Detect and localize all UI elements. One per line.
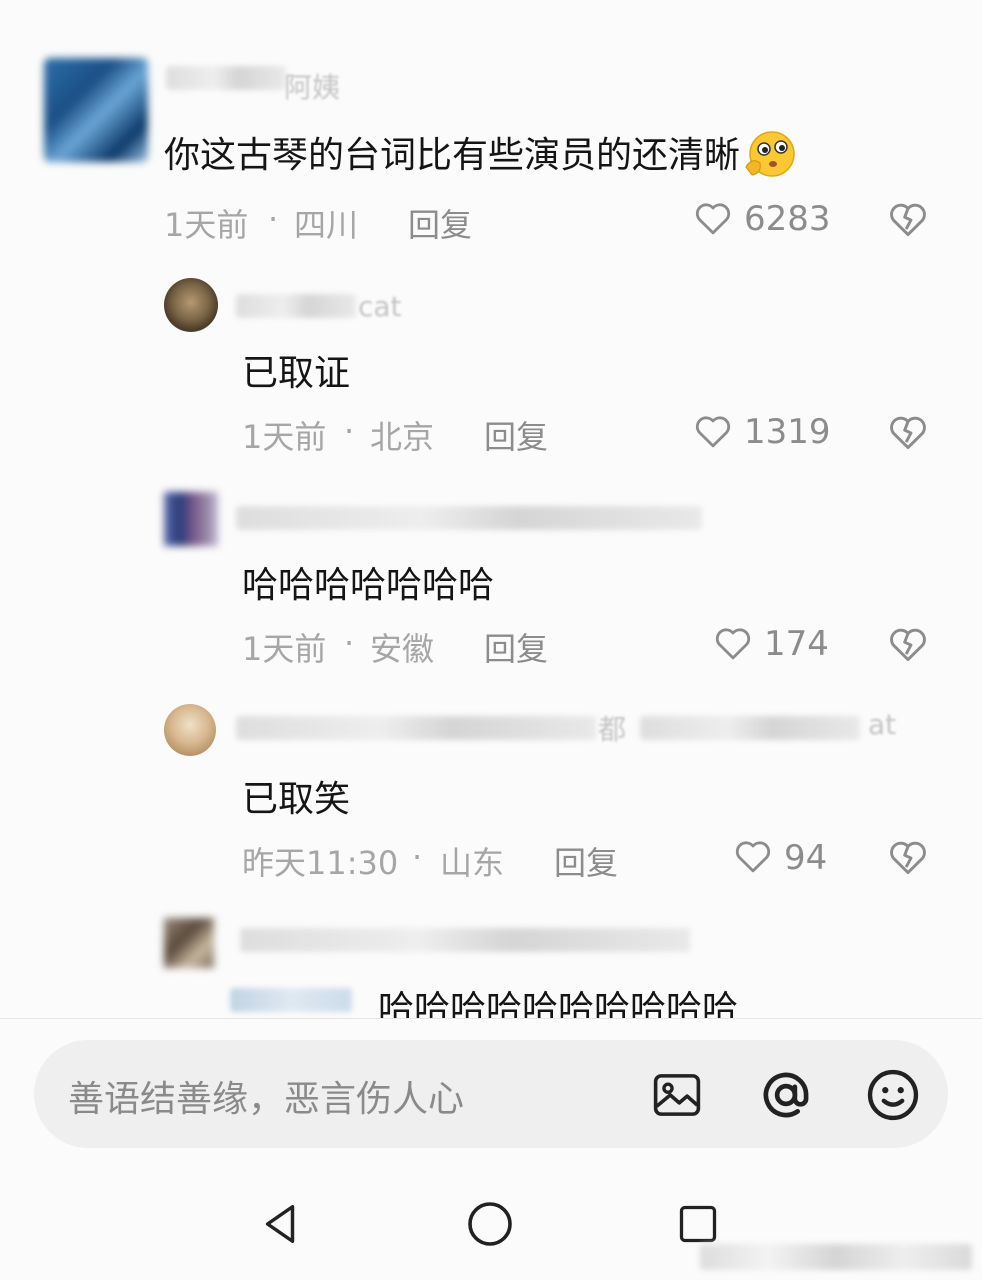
avatar[interactable] (164, 918, 214, 968)
dislike-broken-heart-icon[interactable] (886, 410, 930, 454)
avatar[interactable] (164, 704, 216, 756)
like-heart-icon[interactable] (732, 835, 774, 877)
reply-button[interactable]: 回复 (554, 838, 618, 884)
avatar[interactable] (164, 278, 218, 332)
username-fragment[interactable]: 阿姨 (284, 66, 340, 106)
comment-text: 已取笑 (242, 779, 351, 820)
username-fragment[interactable]: 都 (598, 708, 626, 748)
comment-location: 山东 (440, 844, 505, 882)
avatar[interactable] (44, 58, 148, 162)
comment-time: 1天前 (242, 630, 327, 668)
home-circle-icon[interactable] (466, 1200, 514, 1248)
comment-time: 昨天11:30 (242, 844, 399, 882)
meta-separator: · (344, 412, 355, 450)
comment-text: 已取证 (242, 353, 351, 394)
username-blurred[interactable] (240, 928, 690, 952)
comment-time: 1天前 (242, 418, 327, 456)
username-fragment[interactable]: at (868, 708, 896, 741)
comment-input-placeholder[interactable]: 善语结善缘，恶言伤人心 (68, 1070, 464, 1122)
reply-button[interactable]: 回复 (408, 200, 472, 246)
comment-location: 安徽 (370, 630, 435, 668)
avatar[interactable] (164, 492, 218, 546)
comment-text: 哈哈哈哈哈哈哈 (242, 565, 495, 606)
mention-blurred[interactable] (230, 988, 352, 1012)
like-count: 174 (764, 624, 829, 664)
comment-body: 你这古琴的台词比有些演员的还清晰 (164, 135, 741, 176)
image-icon[interactable] (650, 1068, 704, 1122)
meta-separator: · (412, 838, 423, 876)
input-divider (0, 1018, 982, 1019)
username-blurred[interactable] (236, 294, 356, 318)
recents-square-icon[interactable] (676, 1202, 720, 1246)
reply-button[interactable]: 回复 (484, 624, 548, 670)
thinking-face-emoji (742, 127, 800, 188)
at-icon[interactable] (758, 1067, 814, 1123)
username-blurred[interactable] (236, 506, 702, 530)
reply-button[interactable]: 回复 (484, 412, 548, 458)
meta-separator: · (344, 624, 355, 662)
like-count: 6283 (744, 199, 831, 239)
username-fragment[interactable]: cat (358, 290, 402, 323)
like-heart-icon[interactable] (712, 622, 754, 664)
dislike-broken-heart-icon[interactable] (886, 622, 930, 666)
like-count: 1319 (744, 412, 831, 452)
username-blurred[interactable] (640, 716, 860, 740)
comment-text: 你这古琴的台词比有些演员的还清晰 (164, 126, 800, 188)
username-blurred[interactable] (236, 716, 596, 740)
comment-location: 北京 (370, 418, 435, 456)
dislike-broken-heart-icon[interactable] (886, 835, 930, 879)
comment-location: 四川 (294, 206, 359, 244)
comment-time: 1天前 (164, 206, 249, 244)
emoji-icon[interactable] (864, 1066, 922, 1124)
like-heart-icon[interactable] (692, 197, 734, 239)
username-blurred[interactable] (166, 66, 286, 90)
watermark-blurred (700, 1244, 972, 1270)
dislike-broken-heart-icon[interactable] (886, 197, 930, 241)
meta-separator: · (268, 200, 279, 238)
back-triangle-icon[interactable] (258, 1200, 304, 1248)
like-count: 94 (784, 838, 828, 878)
like-heart-icon[interactable] (692, 410, 734, 452)
